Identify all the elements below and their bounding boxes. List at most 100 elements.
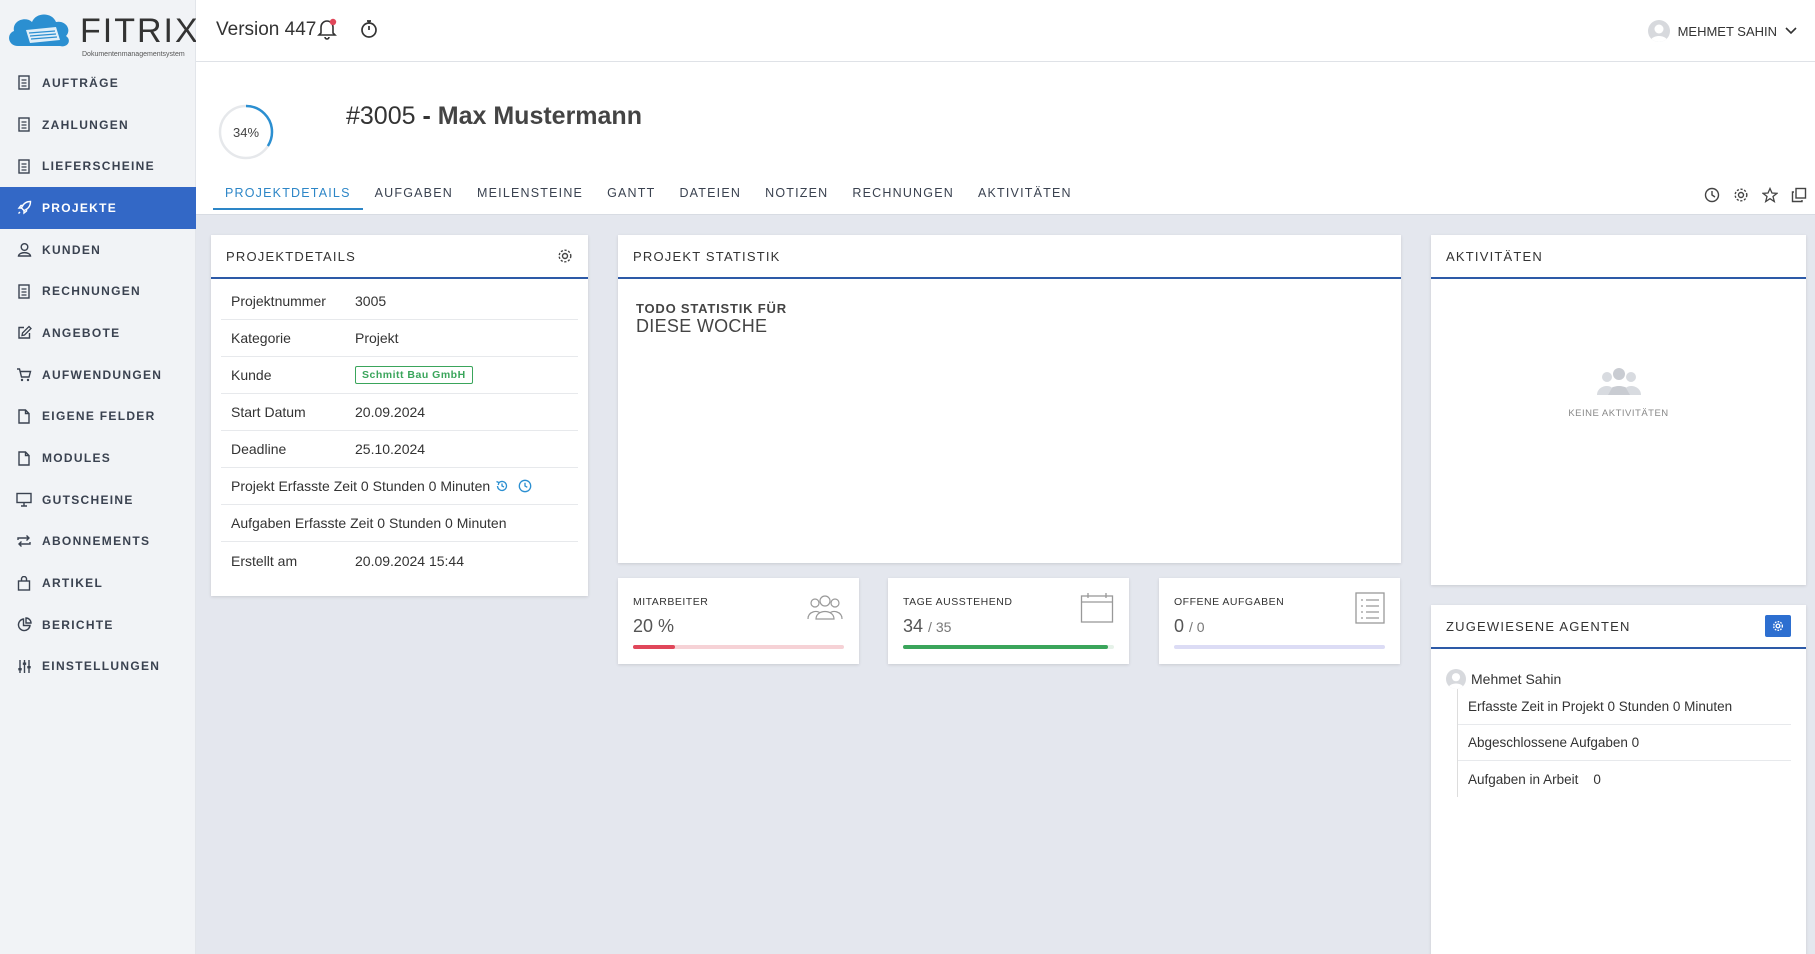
- edit-icon: [16, 325, 32, 341]
- kpi-total: / 35: [928, 619, 952, 635]
- sidebar-item-gutscheine[interactable]: GUTSCHEINE: [0, 479, 196, 521]
- detail-value: 20.09.2024: [355, 404, 426, 420]
- history-clock-icon[interactable]: [1703, 186, 1720, 203]
- statistics-heading: TODO STATISTIK FÜR: [636, 301, 787, 316]
- cart-icon: [16, 367, 32, 383]
- gear-icon[interactable]: [1732, 186, 1749, 203]
- sidebar-item-label: PROJEKTE: [42, 200, 118, 215]
- kpi-value-group: 0 / 0: [1174, 616, 1205, 637]
- kpi-progress-fill: [903, 645, 1108, 649]
- sidebar-item-eigene-felder[interactable]: EIGENE FELDER: [0, 396, 196, 438]
- kpi-value-group: 34 / 35: [903, 616, 951, 637]
- version-label: Version 447: [216, 19, 317, 40]
- card-header: ZUGEWIESENE AGENTEN: [1431, 605, 1806, 649]
- agent-settings-button[interactable]: [1765, 615, 1791, 637]
- card-header: AKTIVITÄTEN: [1431, 235, 1806, 279]
- sidebar-item-angebote[interactable]: ANGEBOTE: [0, 312, 196, 354]
- document-icon: [16, 117, 32, 133]
- rocket-icon: [16, 200, 32, 216]
- page-title: #3005 - Max Mustermann: [346, 102, 642, 131]
- tab-notizen[interactable]: NOTIZEN: [753, 186, 840, 210]
- fitrix-logo[interactable]: FITRIX Dokumentenmanagementsystem: [6, 6, 198, 58]
- sidebar-item-label: ARTIKEL: [42, 576, 104, 591]
- sidebar-item-zahlungen[interactable]: ZAHLUNGEN: [0, 104, 196, 146]
- kpi-progress-track: [903, 645, 1114, 649]
- sidebar-item-artikel[interactable]: ARTIKEL: [0, 562, 196, 604]
- detail-label: Erstellt am: [231, 552, 298, 569]
- detail-row-deadline: Deadline 25.10.2024: [221, 431, 578, 468]
- sidebar-item-modules[interactable]: MODULES: [0, 437, 196, 479]
- detail-row-kunde: Kunde Schmitt Bau GmbH: [221, 357, 578, 394]
- agent-header[interactable]: Mehmet Sahin: [1446, 669, 1561, 689]
- detail-label: Kategorie: [231, 330, 291, 346]
- sliders-icon: [16, 658, 32, 674]
- sidebar-item-lieferscheine[interactable]: LIEFERSCHEINE: [0, 145, 196, 187]
- sidebar-item-berichte[interactable]: BERICHTE: [0, 604, 196, 646]
- file-icon: [16, 408, 32, 424]
- card-title: AKTIVITÄTEN: [1446, 248, 1543, 264]
- sidebar-item-abonnements[interactable]: ABONNEMENTS: [0, 521, 196, 563]
- sidebar-item-label: EIGENE FELDER: [42, 409, 156, 424]
- detail-value: 20.09.2024 15:44: [355, 552, 464, 569]
- detail-value: Projekt: [355, 330, 399, 346]
- activity-card: AKTIVITÄTEN KEINE AKTIVITÄTEN: [1431, 235, 1806, 585]
- project-statistics-card: PROJEKT STATISTIK TODO STATISTIK FÜR DIE…: [618, 235, 1401, 563]
- sidebar-item-aufträge[interactable]: AUFTRÄGE: [0, 62, 196, 104]
- sidebar-item-aufwendungen[interactable]: AUFWENDUNGEN: [0, 354, 196, 396]
- stopwatch-icon[interactable]: [358, 18, 380, 40]
- sidebar-item-label: ABONNEMENTS: [42, 534, 151, 549]
- project-number: #3005: [346, 102, 416, 130]
- kpi-progress-track: [633, 645, 844, 649]
- kpi-title: TAGE AUSSTEHEND: [903, 596, 1013, 608]
- kpi-progress-track: [1174, 645, 1385, 649]
- document-icon: [16, 283, 32, 299]
- bag-icon: [16, 575, 32, 591]
- history-icon[interactable]: [495, 479, 509, 493]
- card-title: PROJEKTDETAILS: [226, 248, 356, 264]
- sidebar-item-rechnungen[interactable]: RECHNUNGEN: [0, 270, 196, 312]
- star-icon[interactable]: [1761, 186, 1778, 203]
- user-menu[interactable]: MEHMET SAHIN: [1647, 20, 1797, 42]
- calendar-icon: [1080, 592, 1114, 624]
- settings-gear-icon[interactable]: [557, 248, 573, 264]
- statistics-subheading: DIESE WOCHE: [636, 316, 768, 336]
- tab-aktivitäten[interactable]: AKTIVITÄTEN: [966, 186, 1084, 210]
- task-list-icon: [1355, 592, 1385, 624]
- clock-icon[interactable]: [518, 479, 532, 493]
- sidebar-item-kunden[interactable]: KUNDEN: [0, 229, 196, 271]
- notification-bell-icon[interactable]: [316, 18, 338, 40]
- top-bar: Version 447 MEHMET SAHIN: [196, 0, 1815, 62]
- detail-row-projektnummer: Projektnummer 3005: [221, 283, 578, 320]
- sidebar: FITRIX Dokumentenmanagementsystem AUFTRÄ…: [0, 0, 198, 954]
- sidebar-item-label: ZAHLUNGEN: [42, 117, 130, 132]
- sidebar-item-einstellungen[interactable]: EINSTELLUNGEN: [0, 646, 196, 688]
- tab-dateien[interactable]: DATEIEN: [667, 186, 753, 210]
- tab-projektdetails[interactable]: PROJEKTDETAILS: [213, 186, 363, 210]
- repeat-icon: [16, 533, 32, 549]
- tab-aufgaben[interactable]: AUFGABEN: [363, 186, 465, 210]
- tab-gantt[interactable]: GANTT: [595, 186, 667, 210]
- project-header: 34% #3005 - Max Mustermann PROJEKTDETAIL…: [196, 62, 1815, 215]
- tab-rechnungen[interactable]: RECHNUNGEN: [840, 186, 966, 210]
- sidebar-nav: AUFTRÄGE ZAHLUNGEN LIEFERSCHEINE PROJEKTE KU…: [0, 62, 196, 687]
- sidebar-item-label: AUFTRÄGE: [42, 75, 120, 90]
- document-icon: [16, 75, 32, 91]
- kpi-title: MITARBEITER: [633, 596, 709, 608]
- project-tools: [1703, 186, 1807, 203]
- sidebar-item-label: AUFWENDUNGEN: [42, 367, 163, 382]
- kpi-total: / 0: [1189, 619, 1205, 635]
- title-separator: -: [422, 102, 431, 130]
- users-empty-icon: [1596, 365, 1642, 397]
- tab-meilensteine[interactable]: MEILENSTEINE: [465, 186, 595, 210]
- kpi-value: 0: [1174, 616, 1185, 636]
- copy-icon[interactable]: [1790, 186, 1807, 203]
- sidebar-item-projekte[interactable]: PROJEKTE: [0, 187, 196, 229]
- detail-row-erstellt: Erstellt am 20.09.2024 15:44: [221, 542, 578, 579]
- detail-label: Start Datum: [231, 404, 306, 420]
- detail-row-kategorie: Kategorie Projekt: [221, 320, 578, 357]
- sidebar-item-label: MODULES: [42, 451, 112, 466]
- kpi-progress-fill: [633, 645, 676, 649]
- user-icon: [16, 242, 32, 258]
- users-icon: [806, 592, 844, 622]
- customer-badge[interactable]: Schmitt Bau GmbH: [355, 366, 473, 384]
